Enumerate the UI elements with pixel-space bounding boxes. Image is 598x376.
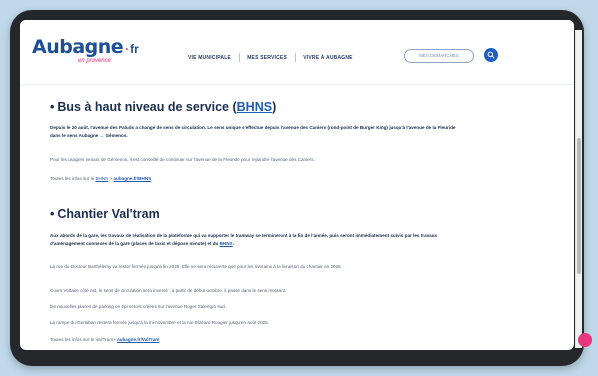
nav-divider bbox=[238, 53, 240, 62]
aubagne-logo[interactable]: Aubagne ·fr en provence bbox=[32, 36, 139, 64]
bhns-more-info: Toutes les infos sur le BHNS > aubagne.f… bbox=[50, 175, 460, 183]
mes-demarches-button[interactable]: MES DÉMARCHES bbox=[404, 49, 474, 63]
bhns-abbr-link[interactable]: BHNS bbox=[95, 176, 108, 181]
bhns-intro: Depuis le 20 août, l'avenue des Paluds a… bbox=[50, 125, 456, 138]
more-info-prefix: Toutes les infos sur le bbox=[50, 176, 96, 181]
section-title-text: Chantier Val'tram bbox=[57, 207, 160, 221]
valtram-intro-text: Aux abords de la gare, les travaux de ré… bbox=[50, 233, 438, 246]
logo-tld: fr bbox=[130, 42, 139, 56]
floating-action-button[interactable] bbox=[578, 333, 592, 347]
valtram-intro: Aux abords de la gare, les travaux de ré… bbox=[50, 232, 460, 248]
valtram-more-info: Toutes les infos sur le Val'Tram> aubagn… bbox=[50, 336, 460, 344]
logo-tagline: en provence bbox=[78, 58, 112, 64]
mes-demarches-label: MES DÉMARCHES bbox=[419, 53, 459, 58]
nav-divider bbox=[294, 53, 296, 62]
nav-item-mes-services[interactable]: MES SERVICES bbox=[247, 55, 287, 61]
nav-item-vie-municipale[interactable]: VIE MUNICIPALE bbox=[188, 55, 231, 61]
section-title-suffix: ) bbox=[272, 100, 277, 114]
scrollbar-thumb[interactable] bbox=[577, 138, 581, 274]
search-icon bbox=[487, 51, 495, 59]
section-title-text: Bus à haut niveau de service ( bbox=[57, 100, 237, 114]
browser-viewport: Aubagne ·fr en provence VIE MUNICIPALE ME… bbox=[20, 20, 574, 350]
bhns-inline-link[interactable]: BHNS bbox=[220, 241, 233, 246]
logo-wordmark: Aubagne bbox=[32, 36, 124, 58]
bullet-icon: • bbox=[50, 100, 55, 114]
valtram-paragraph: De nouvelles places de parking en épi se… bbox=[50, 304, 227, 309]
more-info-prefix: Toutes les infos sur le Val'Tram> bbox=[50, 337, 118, 342]
valtram-paragraph: La rampe du Gerlaban restera fermée jusq… bbox=[50, 320, 270, 325]
valtram-intro-end: . bbox=[232, 241, 234, 246]
section-title-valtram: • Chantier Val'tram bbox=[50, 207, 160, 221]
bhns-title-link[interactable]: BHNS bbox=[237, 100, 272, 114]
logo-separator: · bbox=[125, 42, 130, 56]
site-header: Aubagne ·fr en provence VIE MUNICIPALE ME… bbox=[20, 20, 574, 85]
bullet-icon: • bbox=[50, 207, 55, 221]
tablet-frame: Aubagne ·fr en provence VIE MUNICIPALE ME… bbox=[10, 10, 592, 366]
valtram-paragraph: La rue du Docteur Barthélemy va rester f… bbox=[50, 264, 342, 269]
bhns-page-link[interactable]: aubagne.fr/BHNS bbox=[113, 176, 151, 181]
valtram-paragraph: Cours Voltaire côté est, le sens de circ… bbox=[50, 288, 287, 293]
nav-item-vivre-a-aubagne[interactable]: VIVRE À AUBAGNE bbox=[303, 55, 353, 61]
section-title-bhns: • Bus à haut niveau de service (BHNS) bbox=[50, 100, 276, 114]
main-nav: VIE MUNICIPALE MES SERVICES VIVRE À AUBA… bbox=[188, 53, 353, 62]
bhns-paragraph: Pour les usagers venant de Gémenos, il e… bbox=[50, 157, 315, 162]
search-button[interactable] bbox=[484, 48, 498, 62]
valtram-page-link[interactable]: aubagne.fr/ValTram bbox=[117, 337, 159, 342]
